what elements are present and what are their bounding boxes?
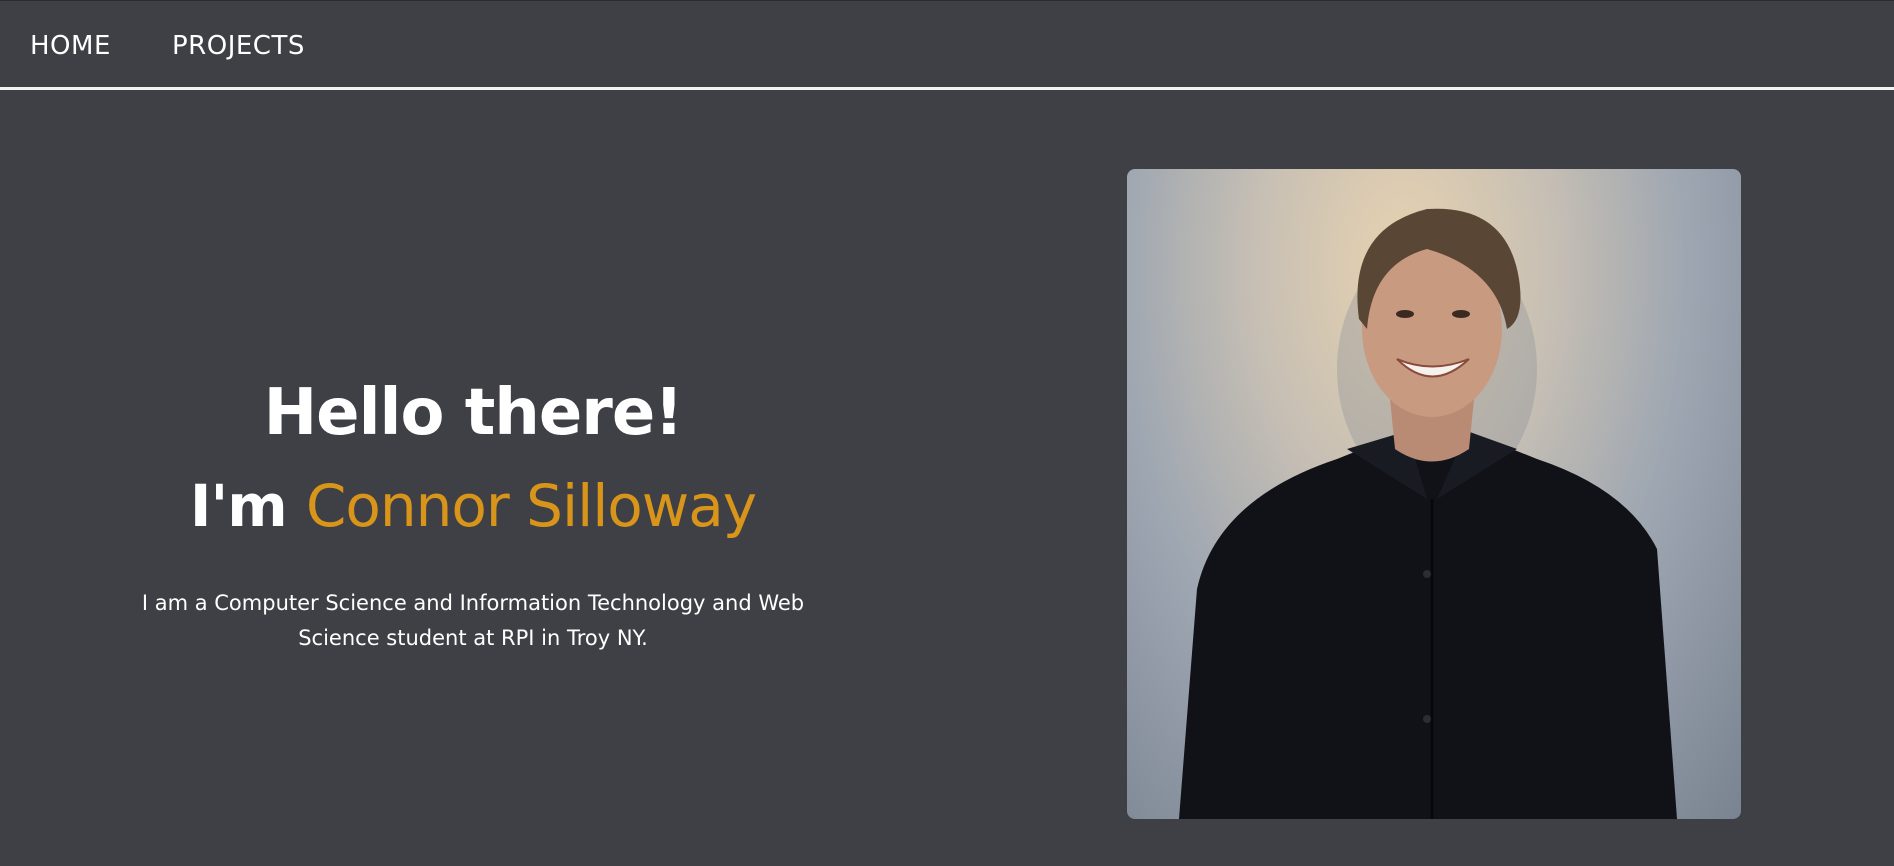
intro-heading: I'm Connor Silloway — [100, 456, 846, 556]
portrait-illustration — [1179, 208, 1677, 819]
profile-photo — [1127, 169, 1741, 819]
intro-prefix: I'm — [189, 472, 288, 540]
nav-link-projects[interactable]: PROJECTS — [172, 31, 305, 61]
greeting-heading: Hello there! — [263, 376, 684, 450]
nav-link-home[interactable]: HOME — [30, 31, 111, 61]
person-name: Connor Silloway — [305, 472, 757, 540]
bio-text: I am a Computer Science and Information … — [141, 591, 805, 650]
hero-intro: Hello there! I'm Connor Silloway I am a … — [100, 370, 846, 656]
top-navigation-bar: HOME PROJECTS — [0, 0, 1894, 90]
